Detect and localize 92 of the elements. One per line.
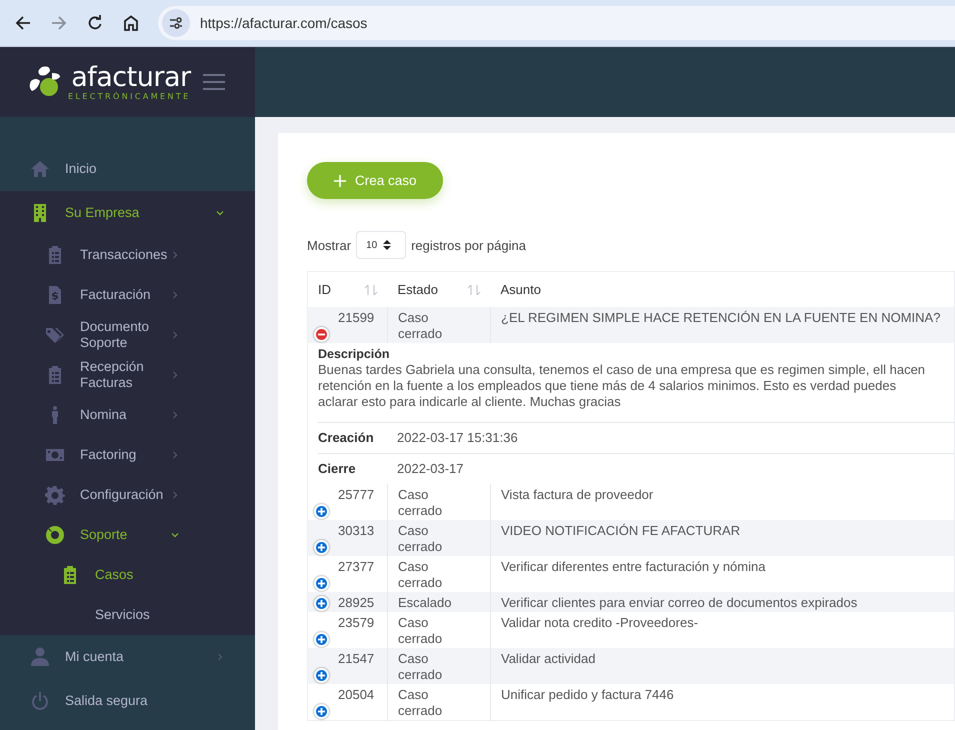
sidebar-item[interactable]: Salida segura [0,679,255,723]
back-button[interactable] [15,15,31,31]
chevron-icon [170,330,180,340]
column-header[interactable]: Asunto [490,272,954,307]
site-settings-icon[interactable] [162,9,190,37]
description-label: Descripción [318,346,391,362]
field-label: Cierre [318,461,357,477]
id-text: 21547 [338,651,374,666]
table-cell: Caso cerrado [388,307,490,343]
brand-name: afacturar [71,64,191,92]
menu-icon[interactable] [202,74,225,90]
plus-icon [317,707,326,716]
leaf-logo-icon [28,65,62,99]
table-cell: Caso cerrado [388,648,490,684]
chevron-icon [170,410,180,420]
home-button[interactable] [123,15,139,31]
sidebar-item[interactable]: Facturación [0,275,255,315]
id-text: 28925 [338,595,374,610]
sidebar-item[interactable]: Casos [0,555,255,595]
collapse-button[interactable] [314,327,329,342]
chevron-icon [170,530,180,540]
expand-button[interactable] [314,632,329,647]
chevron-icon [170,490,180,500]
chevron-icon [215,652,225,662]
column-header[interactable]: ID [308,272,388,307]
settings-icon [45,485,65,505]
table-cell: Escalado [388,592,490,612]
expand-button[interactable] [314,596,329,611]
user-icon [30,647,50,667]
sidebar-item[interactable]: Servicios [0,595,255,635]
sidebar-item[interactable]: Inicio [0,147,255,191]
table-cell: Validar actividad [490,648,954,684]
expand-button[interactable] [314,704,329,719]
address-bar[interactable]: https://afacturar.com/casos [158,6,955,40]
table-cell: Vista factura de proveedor [490,484,954,520]
plus-icon [317,507,326,516]
reload-button[interactable] [87,15,103,31]
chevron-icon [170,250,180,260]
field-label: Creación [318,430,375,446]
forward-button[interactable] [51,15,67,31]
sidebar-item[interactable]: Su Empresa [0,191,255,235]
sidebar-item[interactable]: Factoring [0,435,255,475]
sidebar-item[interactable]: Recepción Facturas [0,355,255,395]
page-size-select[interactable]: 10 [356,231,406,259]
expand-button[interactable] [314,540,329,555]
sidebar-item[interactable]: Transacciones [0,235,255,275]
plus-icon [317,635,326,644]
sort-arrows-icon [383,239,392,251]
id-text: 25777 [338,487,374,502]
expand-button[interactable] [314,576,329,591]
tag-icon [45,325,65,345]
expand-button[interactable] [314,504,329,519]
plus-icon [333,174,347,188]
sidebar-item[interactable]: Nomina [0,395,255,435]
brand-tagline: ELECTRÓNICAMENTE [68,92,191,100]
plus-icon [317,671,326,680]
table-cell: Validar nota credito -Proveedores- [490,612,954,648]
id-text: 23579 [338,615,374,630]
table-cell: Unificar pedido y factura 7446 [490,684,954,720]
expand-button[interactable] [314,668,329,683]
plus-icon [317,543,326,552]
table-cell: ¿EL REGIMEN SIMPLE HACE RETENCIÓN EN LA FUENTE EN NOMINA? [490,307,954,343]
id-text: 21599 [338,310,374,325]
plus-icon [317,579,326,588]
id-text: 30313 [338,523,374,538]
chevron-icon [170,370,180,380]
power-icon [30,691,50,711]
show-label: Mostrar [307,238,352,252]
field-value: 2022-03-17 [397,461,464,477]
id-text: 20504 [338,687,374,702]
table-cell: Verificar clientes para enviar correo de documentos expirados [490,592,954,612]
plus-icon [317,599,326,608]
chevron-icon [170,290,180,300]
lifebuoy-icon [45,525,65,545]
chevron-icon [170,450,180,460]
column-header[interactable]: Estado [388,272,490,307]
table-cell: Caso cerrado [388,520,490,556]
per-page-label: registros por página [411,238,526,252]
sidebar-item[interactable]: Documento Soporte [0,315,255,355]
sort-icon [364,284,378,296]
sidebar-item[interactable]: Configuración [0,475,255,515]
sidebar-item[interactable]: Soporte [0,515,255,555]
table-cell: Caso cerrado [388,684,490,720]
field-value: 2022-03-17 15:31:36 [397,430,518,446]
description-text: Buenas tardes Gabriela una consulta, tenemos el caso de una empresa que es regimen simple, ell hacen retención en la fuente a los empleados que tiene más de 4 salarios minimos. Esto es verdad puedes aclarar esto para indicarle al cliente. Muchas gracias [318,362,926,410]
table-cell: VIDEO NOTIFICACIÓN FE AFACTURAR [490,520,954,556]
id-text: 27377 [338,559,374,574]
chevron-icon [215,208,225,218]
sort-icon [466,284,480,296]
home-icon [30,159,50,179]
sidebar-item[interactable]: Mi cuenta [0,635,255,679]
table-cell: Verificar diferentes entre facturación y nómina [490,556,954,592]
